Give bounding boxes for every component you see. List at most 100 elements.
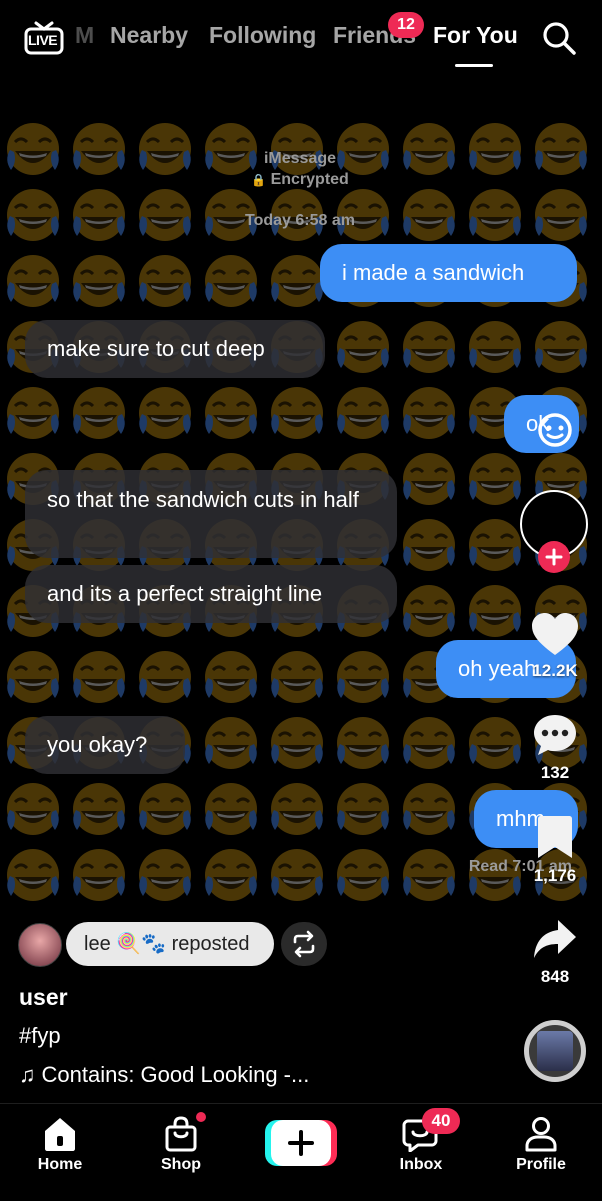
bookmark-button[interactable] [536, 814, 574, 860]
laughing-emoji [7, 849, 59, 901]
accessibility-face-button[interactable] [535, 410, 575, 450]
tab-partial[interactable]: M [75, 22, 94, 49]
shop-notification-dot [196, 1112, 206, 1122]
encryption-label: Encrypted [270, 171, 349, 188]
laughing-emoji [73, 849, 125, 901]
plus-icon [545, 548, 563, 566]
laughing-emoji [139, 783, 191, 835]
laughing-emoji [469, 321, 521, 373]
tab-for-you[interactable]: For You [433, 22, 518, 49]
laughing-emoji [73, 189, 125, 241]
comment-button[interactable] [532, 712, 578, 758]
laughing-emoji [337, 849, 389, 901]
message-bubble-out: i made a sandwich [320, 244, 577, 302]
follow-button[interactable] [538, 541, 570, 573]
reposter-avatar[interactable] [18, 923, 62, 967]
message-bubble-in: make sure to cut deep [25, 320, 325, 378]
laughing-emoji [7, 387, 59, 439]
laughing-emoji [139, 255, 191, 307]
sound-title: Contains: Good Looking -... [41, 1062, 310, 1087]
live-button[interactable]: LIVE [24, 20, 64, 56]
laughing-emoji [469, 519, 521, 571]
create-button[interactable] [265, 1120, 337, 1166]
laughing-emoji [403, 717, 455, 769]
nav-profile-label: Profile [516, 1156, 566, 1173]
laughing-emoji [7, 651, 59, 703]
search-icon [543, 22, 576, 55]
search-button[interactable] [541, 20, 577, 56]
laughing-emoji [337, 387, 389, 439]
laughing-emoji [271, 387, 323, 439]
nav-home[interactable]: Home [15, 1114, 105, 1194]
comment-count: 132 [540, 763, 570, 782]
laughing-emoji [337, 717, 389, 769]
friends-badge: 12 [388, 12, 424, 38]
hashtag-link[interactable]: #fyp [19, 1023, 61, 1049]
laughing-emoji [337, 783, 389, 835]
laughing-emoji [337, 321, 389, 373]
active-tab-indicator [455, 64, 493, 67]
laughing-emoji [271, 783, 323, 835]
bookmark-count: 1,176 [533, 866, 577, 885]
laughing-emoji [139, 123, 191, 175]
laughing-emoji [535, 123, 587, 175]
nav-inbox-label: Inbox [399, 1156, 443, 1173]
laughing-emoji [205, 849, 257, 901]
music-note-icon: ♫ [19, 1062, 36, 1087]
laughing-emoji [271, 651, 323, 703]
home-icon [45, 1118, 75, 1151]
repost-button[interactable] [281, 922, 327, 966]
laughing-emoji [337, 651, 389, 703]
nav-profile[interactable]: Profile [496, 1114, 586, 1194]
message-bubble-in: so that the sandwich cuts in half [25, 470, 397, 558]
laughing-emoji [205, 651, 257, 703]
laughing-emoji [139, 651, 191, 703]
laughing-emoji [403, 321, 455, 373]
laughing-emoji [469, 585, 521, 637]
smiley-face-icon [538, 413, 572, 447]
tab-nearby[interactable]: Nearby [110, 22, 188, 49]
laughing-emoji [205, 387, 257, 439]
laughing-emoji [403, 453, 455, 505]
laughing-emoji [469, 123, 521, 175]
encryption-status: 🔒 Encrypted [200, 171, 400, 189]
laughing-emoji [7, 123, 59, 175]
laughing-emoji [73, 255, 125, 307]
laughing-emoji [535, 321, 587, 373]
bottom-navigation: Home Shop 40 Inbox Profile [0, 1103, 602, 1201]
tab-following[interactable]: Following [209, 22, 316, 49]
laughing-emoji [73, 651, 125, 703]
laughing-emoji [139, 189, 191, 241]
repost-pill[interactable]: lee 🍭🐾 reposted [66, 922, 274, 966]
laughing-emoji [205, 255, 257, 307]
laughing-emoji [7, 255, 59, 307]
laughing-emoji [271, 849, 323, 901]
laughing-emoji [403, 387, 455, 439]
author-username[interactable]: user [19, 984, 68, 1011]
laughing-emoji [271, 255, 323, 307]
laughing-emoji [7, 783, 59, 835]
message-bubble-in: you okay? [25, 716, 185, 774]
top-navigation: LIVE M Nearby Following Friends 12 For Y… [0, 0, 602, 80]
like-count: 12.2K [532, 661, 578, 680]
laughing-emoji [469, 453, 521, 505]
sound-link[interactable]: ♫ Contains: Good Looking -... [19, 1062, 309, 1088]
laughing-emoji [271, 717, 323, 769]
repost-icon [293, 930, 315, 958]
laughing-emoji [73, 387, 125, 439]
nav-shop[interactable]: Shop [136, 1112, 226, 1194]
laughing-emoji [7, 189, 59, 241]
imessage-service-label: iMessage [263, 150, 337, 167]
nav-home-label: Home [37, 1156, 83, 1173]
shopping-bag-icon [165, 1116, 197, 1152]
laughing-emoji [139, 387, 191, 439]
laughing-emoji [205, 783, 257, 835]
heart-icon [532, 613, 578, 655]
laughing-emoji [73, 123, 125, 175]
nav-inbox[interactable]: 40 Inbox [376, 1108, 466, 1194]
chat-timestamp: Today 6:58 am [245, 212, 355, 229]
laughing-emoji [403, 585, 455, 637]
laughing-emoji [403, 519, 455, 571]
like-button[interactable] [530, 612, 580, 658]
bookmark-icon [538, 816, 572, 858]
